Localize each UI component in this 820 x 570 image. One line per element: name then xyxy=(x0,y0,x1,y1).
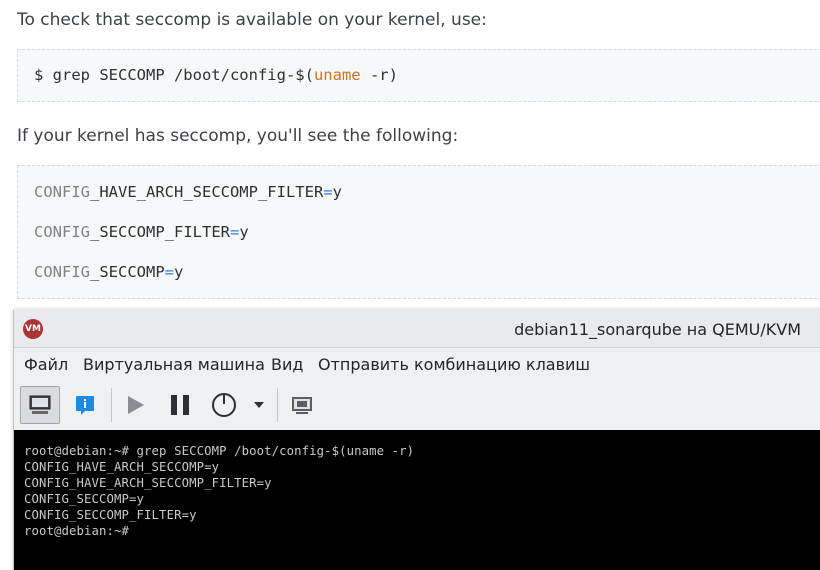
window-titlebar[interactable]: VM debian11_sonarqube на QEMU/KVM xyxy=(14,310,820,348)
config-equals: = xyxy=(229,223,240,241)
config-value: y xyxy=(332,183,342,201)
code-block-config-output: CONFIG_HAVE_ARCH_SECCOMP_FILTER=y CONFIG… xyxy=(17,165,820,299)
screenshot-icon xyxy=(292,397,312,414)
config-line: CONFIG_SECCOMP_FILTER=y xyxy=(34,223,249,241)
config-name: _SECCOMP xyxy=(90,263,165,281)
info-icon xyxy=(76,396,94,415)
dropdown-arrow-icon xyxy=(254,402,264,408)
config-prefix: CONFIG xyxy=(34,223,90,241)
config-name: _SECCOMP_FILTER xyxy=(90,223,230,241)
console-icon xyxy=(29,395,51,414)
show-console-button[interactable] xyxy=(20,386,60,424)
virt-manager-logo-icon: VM xyxy=(23,319,43,339)
menu-send-key[interactable]: Отправить комбинацию клавиш xyxy=(318,355,590,374)
config-prefix: CONFIG xyxy=(34,183,90,201)
menu-file[interactable]: Файл xyxy=(24,355,68,374)
config-line: CONFIG_HAVE_ARCH_SECCOMP_FILTER=y xyxy=(34,183,342,201)
fullscreen-button[interactable] xyxy=(282,386,322,424)
vm-console-screen[interactable]: root@debian:~# grep SECCOMP /boot/config… xyxy=(14,430,820,570)
show-details-button[interactable] xyxy=(65,386,105,424)
terminal-line: CONFIG_SECCOMP_FILTER=y xyxy=(24,508,197,522)
window-title: debian11_sonarqube на QEMU/KVM xyxy=(514,320,801,339)
menu-virtual-machine[interactable]: Виртуальная машина xyxy=(83,355,265,374)
terminal-line: CONFIG_SECCOMP=y xyxy=(24,492,145,506)
power-icon xyxy=(212,393,236,417)
pause-button[interactable] xyxy=(160,386,200,424)
toolbar-separator xyxy=(277,388,278,422)
toolbar xyxy=(14,382,820,428)
config-prefix: CONFIG xyxy=(34,263,90,281)
config-equals: = xyxy=(164,263,174,281)
menubar: Файл Виртуальная машина Вид Отправить ко… xyxy=(14,348,820,381)
menu-view[interactable]: Вид xyxy=(271,355,303,374)
shutdown-menu-button[interactable] xyxy=(245,386,273,424)
code-block-grep-command: $ grep SECCOMP /boot/config-$(uname -r) xyxy=(17,49,820,102)
terminal-prompt: root@debian:~# xyxy=(24,524,130,538)
config-value: y xyxy=(239,223,249,241)
code-text: -r) xyxy=(360,66,398,84)
config-line: CONFIG_SECCOMP=y xyxy=(34,263,183,281)
code-line-grep: $ grep SECCOMP /boot/config-$(uname -r) xyxy=(34,66,398,84)
config-name: _HAVE_ARCH_SECCOMP_FILTER xyxy=(90,183,324,201)
config-value: y xyxy=(174,263,184,281)
terminal-line: CONFIG_HAVE_ARCH_SECCOMP_FILTER=y xyxy=(24,476,272,490)
intro-text-expected-output: If your kernel has seccomp, you'll see t… xyxy=(17,126,459,146)
shutdown-button[interactable] xyxy=(204,386,244,424)
run-button[interactable] xyxy=(115,386,155,424)
pause-icon xyxy=(171,395,189,415)
vm-viewer-window: VM debian11_sonarqube на QEMU/KVM Файл В… xyxy=(13,310,820,570)
terminal-line: root@debian:~# grep SECCOMP /boot/config… xyxy=(24,444,415,458)
terminal-line: CONFIG_HAVE_ARCH_SECCOMP=y xyxy=(24,460,220,474)
play-icon xyxy=(128,396,144,414)
toolbar-separator xyxy=(111,388,112,422)
intro-text-check-seccomp: To check that seccomp is available on yo… xyxy=(17,10,487,30)
code-text: $ grep SECCOMP /boot/config-$( xyxy=(34,66,314,84)
config-equals: = xyxy=(323,183,333,201)
code-keyword-uname: uname xyxy=(313,66,361,84)
